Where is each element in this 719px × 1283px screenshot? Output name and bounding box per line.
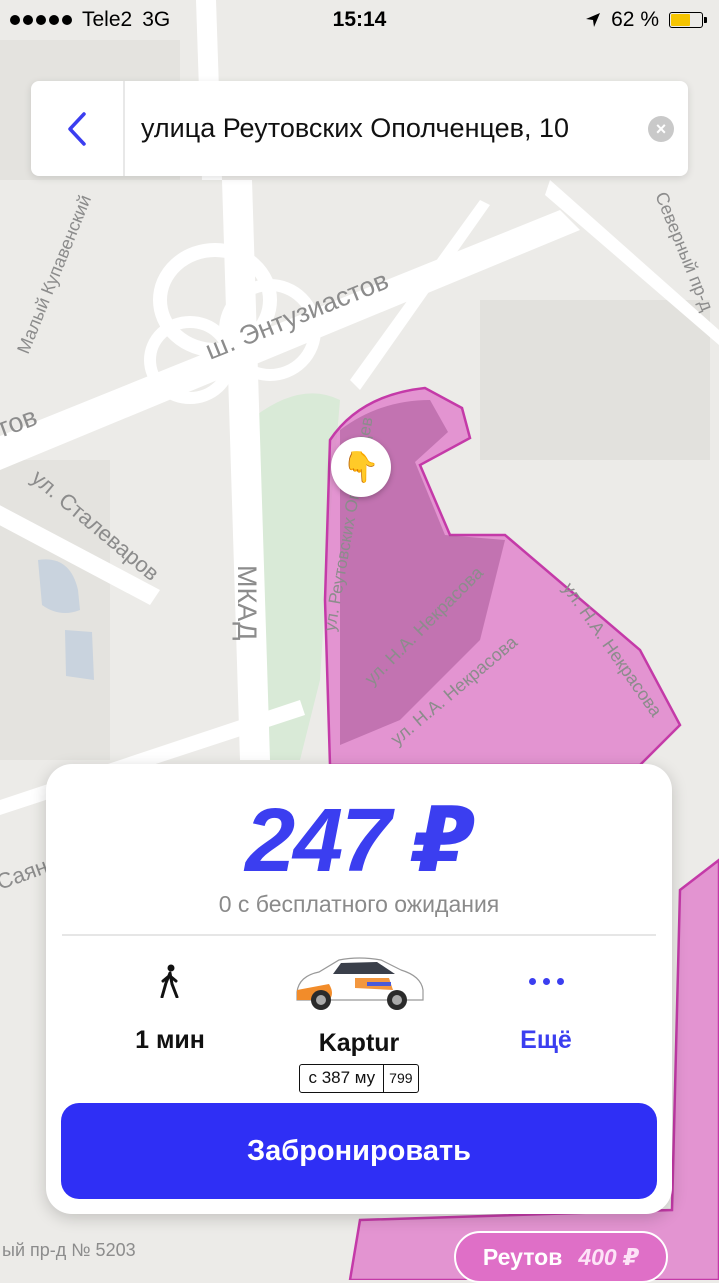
address-bar: улица Реутовских Ополченцев, 10 × xyxy=(31,81,688,176)
more-label: Ещё xyxy=(520,1026,572,1054)
battery-percent: 62 % xyxy=(611,8,659,31)
booking-card: 247 ₽ 0 с бесплатного ожидания 1 мин Kap… xyxy=(46,764,672,1214)
divider xyxy=(123,81,125,176)
car-info[interactable]: Kaptur с 387 му 799 xyxy=(274,954,444,1093)
walk-time-label: 1 мин xyxy=(135,1026,205,1054)
plate-number: с 387 му xyxy=(308,1068,376,1087)
map-label-proezd: ый пр-д № 5203 xyxy=(2,1240,136,1260)
car-image xyxy=(296,957,424,1010)
plate-region: 799 xyxy=(383,1065,417,1092)
license-plate: с 387 му 799 xyxy=(299,1064,419,1093)
location-arrow-icon xyxy=(586,13,601,27)
battery-icon xyxy=(669,12,707,28)
free-wait-text: 0 с бесплатного ожидания xyxy=(218,891,500,917)
zone-name: Реутов xyxy=(482,1243,563,1270)
divider xyxy=(62,934,656,936)
book-button[interactable]: Забронировать xyxy=(61,1103,657,1199)
more-dots-icon xyxy=(496,954,596,1008)
more-button[interactable]: Ещё xyxy=(496,954,596,1055)
address-input[interactable]: улица Реутовских Ополченцев, 10 xyxy=(141,81,569,176)
zone-price: 400 ₽ xyxy=(578,1243,640,1270)
zone-badge[interactable]: Реутов 400 ₽ xyxy=(454,1231,668,1283)
status-bar: Tele2 3G 15:14 62 % xyxy=(0,0,719,40)
walking-person-icon xyxy=(110,954,230,1008)
status-right: 62 % xyxy=(585,8,707,32)
pointing-hand-icon[interactable]: 👇 xyxy=(331,437,391,497)
price: 247 ₽ xyxy=(245,791,475,891)
back-button[interactable] xyxy=(31,81,123,176)
car-model: Kaptur xyxy=(318,1029,400,1057)
map-label-mkad: МКАД xyxy=(232,565,262,640)
chevron-left-icon xyxy=(68,111,86,146)
walk-time[interactable]: 1 мин xyxy=(110,954,230,1055)
clear-icon[interactable]: × xyxy=(648,116,674,142)
